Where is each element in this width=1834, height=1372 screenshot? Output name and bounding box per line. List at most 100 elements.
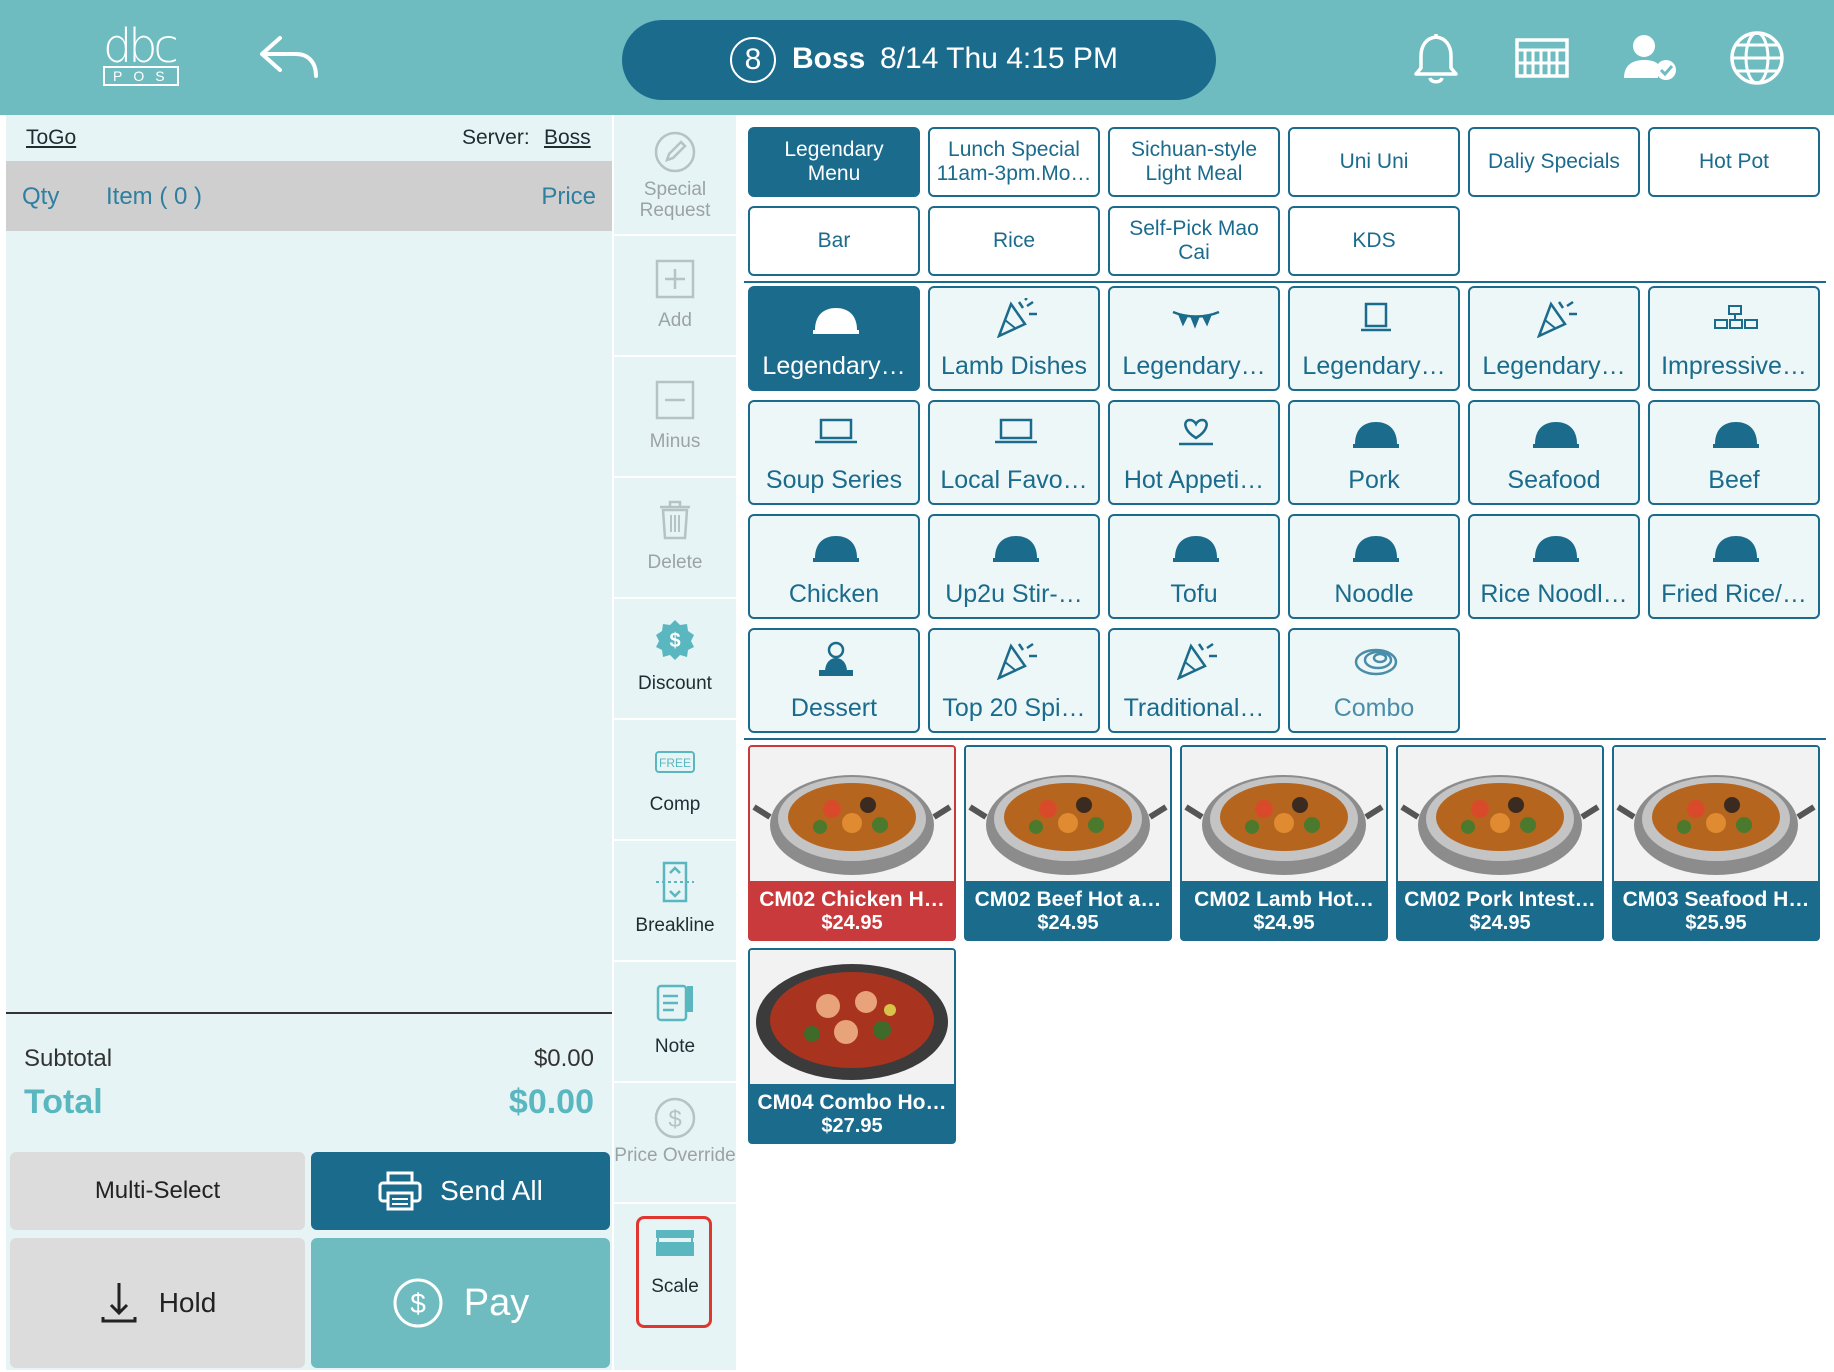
- category-label: Legendary…: [1122, 352, 1266, 380]
- free-tag-icon: FREE: [655, 751, 695, 773]
- category-tofu[interactable]: Tofu: [1108, 514, 1280, 619]
- comp-button[interactable]: FREE Comp: [614, 720, 736, 841]
- category-label: Soup Series: [765, 466, 903, 494]
- minus-box-icon: [655, 380, 695, 420]
- category-beef[interactable]: Beef: [1648, 400, 1820, 505]
- send-all-label: Send All: [440, 1175, 543, 1206]
- discount-label: Discount: [638, 673, 712, 694]
- category-legendary-1[interactable]: Legendary…: [748, 286, 920, 391]
- menu-tab-bar[interactable]: Bar: [748, 206, 920, 276]
- category-label: Up2u Stir-…: [945, 580, 1083, 608]
- multi-select-label: Multi-Select: [94, 1177, 221, 1204]
- category-label: Legendary…: [762, 352, 906, 380]
- pay-button[interactable]: $ Pay: [311, 1238, 610, 1368]
- category-up2u-stir[interactable]: Up2u Stir-…: [928, 514, 1100, 619]
- menu-tab-self-pick-mao-cai[interactable]: Self-Pick Mao Cai: [1108, 206, 1280, 276]
- chef-icon: [819, 641, 853, 676]
- category-soup-series[interactable]: Soup Series: [748, 400, 920, 505]
- category-label: Seafood: [1507, 466, 1601, 494]
- add-button[interactable]: Add: [614, 236, 736, 357]
- menu-tab-daily-specials[interactable]: Daliy Specials: [1468, 127, 1640, 197]
- category-pork[interactable]: Pork: [1288, 400, 1460, 505]
- cloche-icon: [1533, 422, 1579, 448]
- delete-button[interactable]: Delete: [614, 478, 736, 599]
- menu-item-cm02-lamb[interactable]: CM02 Lamb Hot… $24.95: [1180, 745, 1388, 941]
- category-label: Traditional…: [1123, 694, 1265, 722]
- category-local-favorites[interactable]: Local Favo…: [928, 400, 1100, 505]
- item-column-header: Item ( 0 ): [106, 183, 203, 210]
- menu-item-cm02-chicken[interactable]: CM02 Chicken H… $24.95: [748, 745, 956, 941]
- coil-icon: [1354, 648, 1398, 676]
- category-seafood[interactable]: Seafood: [1468, 400, 1640, 505]
- category-label: Top 20 Spi…: [942, 694, 1086, 722]
- category-chicken[interactable]: Chicken: [748, 514, 920, 619]
- menu-item-name: CM03 Seafood H…: [1622, 888, 1810, 911]
- order-column-header: Qty Item ( 0 ) Price: [6, 161, 612, 231]
- cloche-icon: [813, 536, 859, 562]
- minus-button[interactable]: Minus: [614, 357, 736, 478]
- language-button[interactable]: [1727, 28, 1787, 88]
- price-override-button[interactable]: $ Price Override: [614, 1083, 736, 1204]
- category-top-20-spicy[interactable]: Top 20 Spi…: [928, 628, 1100, 733]
- server-name-link[interactable]: Boss: [544, 126, 591, 150]
- category-combo[interactable]: Combo: [1288, 628, 1460, 733]
- category-noodle[interactable]: Noodle: [1288, 514, 1460, 619]
- discount-badge-icon: $: [656, 620, 694, 660]
- party-popper-icon: [1176, 642, 1217, 680]
- menu-item-cm04-combo[interactable]: CM04 Combo Ho… $27.95: [748, 948, 956, 1144]
- cloche-icon: [813, 308, 859, 334]
- note-button[interactable]: Note: [614, 962, 736, 1083]
- category-label: Local Favo…: [940, 466, 1088, 494]
- hold-button[interactable]: Hold: [10, 1238, 305, 1368]
- hold-label: Hold: [158, 1287, 217, 1318]
- menu-item-cm02-pork[interactable]: CM02 Pork Intest… $24.95: [1396, 745, 1604, 941]
- order-type-link[interactable]: ToGo: [26, 126, 76, 150]
- category-fried-rice[interactable]: Fried Rice/…: [1648, 514, 1820, 619]
- menu-item-price: $24.95: [1253, 912, 1315, 934]
- menu-item-cm03-seafood[interactable]: CM03 Seafood H… $25.95: [1612, 745, 1820, 941]
- menu-tab-uni-uni[interactable]: Uni Uni: [1288, 127, 1460, 197]
- send-all-button[interactable]: Send All: [311, 1152, 610, 1230]
- user-switch-button[interactable]: [1620, 28, 1680, 88]
- category-legendary-2[interactable]: Legendary…: [1108, 286, 1280, 391]
- globe-icon: [1730, 31, 1784, 85]
- trash-icon: [660, 500, 690, 540]
- category-rice-noodle[interactable]: Rice Noodl…: [1468, 514, 1640, 619]
- category-dessert[interactable]: Dessert: [748, 628, 920, 733]
- category-hot-appetizers[interactable]: Hot Appeti…: [1108, 400, 1280, 505]
- menu-tab-legendary-menu[interactable]: Legendary Menu: [748, 127, 920, 197]
- menu-tab-kds[interactable]: KDS: [1288, 206, 1460, 276]
- party-popper-icon: [996, 642, 1037, 680]
- menu-item-price: $24.95: [1469, 912, 1531, 934]
- keyboard-button[interactable]: [1512, 28, 1572, 88]
- menu-item-name: CM02 Lamb Hot…: [1194, 888, 1374, 911]
- category-divider: [744, 738, 1826, 740]
- discount-button[interactable]: $ Discount: [614, 599, 736, 720]
- category-lamb-dishes[interactable]: Lamb Dishes: [928, 286, 1100, 391]
- back-button[interactable]: [258, 34, 322, 80]
- category-label: Dessert: [790, 694, 878, 722]
- menu-tab-sichuan-light-meal[interactable]: Sichuan-style Light Meal: [1108, 127, 1280, 197]
- menu-item-price: $25.95: [1685, 912, 1747, 934]
- category-legendary-3[interactable]: Legendary…: [1288, 286, 1460, 391]
- breakline-label: Breakline: [635, 915, 715, 936]
- menu-tab-rice[interactable]: Rice: [928, 206, 1100, 276]
- notification-button[interactable]: [1406, 28, 1466, 88]
- category-label: Noodle: [1334, 580, 1414, 608]
- special-request-button[interactable]: Special Request: [614, 115, 736, 236]
- menu-item-name: CM02 Pork Intest…: [1404, 888, 1596, 911]
- category-legendary-4[interactable]: Legendary…: [1468, 286, 1640, 391]
- party-popper-icon: [1536, 300, 1577, 338]
- menu-tab-lunch-special[interactable]: Lunch Special 11am-3pm.Mo…: [928, 127, 1100, 197]
- session-status-pill: 8 Boss 8/14 Thu 4:15 PM: [622, 20, 1216, 100]
- category-impressive[interactable]: Impressive…: [1648, 286, 1820, 391]
- menu-tab-hot-pot[interactable]: Hot Pot: [1648, 127, 1820, 197]
- cloche-icon: [1173, 536, 1219, 562]
- category-label: Hot Appeti…: [1123, 466, 1265, 494]
- menu-item-cm02-beef[interactable]: CM02 Beef Hot a… $24.95: [964, 745, 1172, 941]
- breakline-button[interactable]: Breakline: [614, 841, 736, 962]
- dollar-circle-icon: $: [654, 1097, 696, 1139]
- category-traditional[interactable]: Traditional…: [1108, 628, 1280, 733]
- multi-select-button[interactable]: Multi-Select: [10, 1152, 305, 1230]
- subtotal-value: $0.00: [533, 1045, 594, 1072]
